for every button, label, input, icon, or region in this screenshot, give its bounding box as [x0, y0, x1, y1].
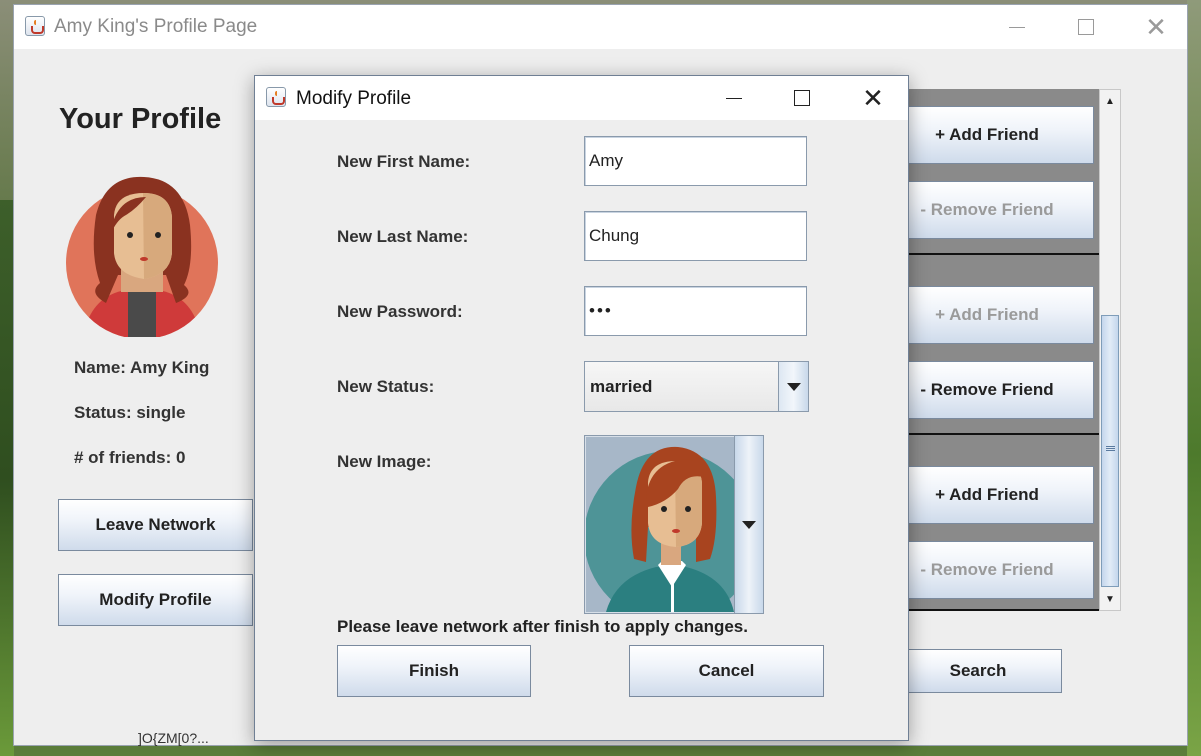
modify-profile-dialog: Modify Profile ✕ New First Name: New Las…	[254, 75, 909, 741]
modify-profile-button[interactable]: Modify Profile	[58, 574, 253, 626]
minimize-icon[interactable]	[711, 76, 757, 120]
friends-divider	[881, 253, 1101, 255]
remove-friend-button[interactable]: - Remove Friend	[880, 181, 1094, 239]
dialog-title: Modify Profile	[296, 88, 412, 109]
chevron-down-icon	[742, 520, 756, 529]
add-friend-button[interactable]: + Add Friend	[880, 286, 1094, 344]
main-titlebar[interactable]: Amy King's Profile Page ✕	[14, 5, 1187, 49]
maximize-icon[interactable]	[779, 76, 825, 120]
profile-friend-count: # of friends: 0	[74, 448, 186, 467]
grip-icon	[1106, 446, 1115, 451]
friends-list	[880, 89, 1101, 611]
profile-status: Status: single	[74, 403, 186, 422]
desktop-background-left	[0, 200, 14, 756]
avatar-preview	[586, 437, 734, 612]
password-field[interactable]	[584, 286, 807, 336]
finish-button[interactable]: Finish	[337, 645, 531, 697]
minimize-icon[interactable]	[994, 5, 1040, 49]
chevron-down-icon	[786, 382, 801, 391]
apply-changes-note: Please leave network after finish to app…	[337, 617, 748, 636]
desktop-background-right	[1187, 0, 1201, 756]
friends-divider	[881, 433, 1101, 435]
image-label: New Image:	[337, 452, 432, 471]
scroll-down-icon[interactable]: ▼	[1100, 588, 1120, 610]
profile-name: Name: Amy King	[74, 358, 210, 377]
selected-avatar-image	[586, 437, 734, 612]
status-label: New Status:	[337, 377, 435, 396]
window-title: Amy King's Profile Page	[54, 16, 258, 37]
last-name-label: New Last Name:	[337, 227, 469, 246]
cancel-button[interactable]: Cancel	[629, 645, 824, 697]
first-name-label: New First Name:	[337, 152, 471, 171]
add-friend-button[interactable]: + Add Friend	[880, 106, 1094, 164]
leave-network-button[interactable]: Leave Network	[58, 499, 253, 551]
java-icon	[25, 16, 45, 36]
profile-avatar	[66, 176, 218, 337]
image-dropdown-button[interactable]	[734, 436, 763, 613]
dialog-titlebar[interactable]: Modify Profile ✕	[255, 76, 908, 120]
friends-scrollbar[interactable]: ▲ ▼	[1099, 89, 1121, 611]
close-icon[interactable]: ✕	[1133, 5, 1179, 49]
friends-divider	[881, 609, 1101, 611]
remove-friend-button[interactable]: - Remove Friend	[880, 361, 1094, 419]
remove-friend-button[interactable]: - Remove Friend	[880, 541, 1094, 599]
scroll-thumb[interactable]	[1101, 315, 1119, 587]
first-name-field[interactable]	[584, 136, 807, 186]
password-label: New Password:	[337, 302, 463, 321]
status-select[interactable]: married	[584, 361, 809, 412]
java-icon	[266, 87, 286, 107]
scroll-up-icon[interactable]: ▲	[1100, 90, 1120, 112]
partial-text: ]O{ZM[0?...	[138, 730, 209, 746]
add-friend-button[interactable]: + Add Friend	[880, 466, 1094, 524]
status-dropdown-button[interactable]	[778, 362, 808, 411]
status-select-value: married	[590, 377, 653, 396]
last-name-field[interactable]	[584, 211, 807, 261]
page-title: Your Profile	[59, 103, 222, 135]
search-button[interactable]: Search	[894, 649, 1062, 693]
close-icon[interactable]: ✕	[850, 76, 896, 120]
maximize-icon[interactable]	[1063, 5, 1109, 49]
image-select[interactable]	[584, 435, 764, 614]
